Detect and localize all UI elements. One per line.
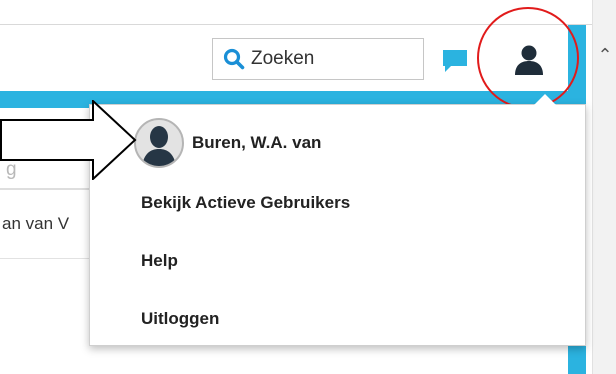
- search-label: Zoeken: [251, 48, 315, 69]
- chevron-up-icon[interactable]: ⌃: [593, 44, 616, 66]
- profile-item[interactable]: Buren, W.A. van: [134, 117, 321, 169]
- annotation-arrow: [0, 100, 137, 180]
- annotation-circle: [477, 7, 579, 109]
- avatar: [134, 118, 184, 168]
- search-icon: [223, 48, 245, 70]
- chat-icon[interactable]: [441, 48, 469, 74]
- dropdown-caret: [534, 94, 556, 105]
- person-silhouette-icon: [142, 126, 176, 166]
- background-text: an van V: [2, 214, 70, 233]
- vertical-scrollbar[interactable]: ⌃: [592, 0, 616, 374]
- background-divider: [0, 258, 90, 259]
- menu-item-active-users[interactable]: Bekijk Actieve Gebruikers: [141, 193, 350, 213]
- app-window: ⌃ Zoeken g an van V Buren, W.A. van Beki…: [0, 0, 616, 374]
- profile-name: Buren, W.A. van: [192, 133, 322, 152]
- menu-item-logout[interactable]: Uitloggen: [141, 309, 219, 329]
- user-menu-dropdown: Buren, W.A. van Bekijk Actieve Gebruiker…: [89, 104, 586, 346]
- search-button[interactable]: Zoeken: [212, 38, 424, 80]
- menu-item-help[interactable]: Help: [141, 251, 178, 271]
